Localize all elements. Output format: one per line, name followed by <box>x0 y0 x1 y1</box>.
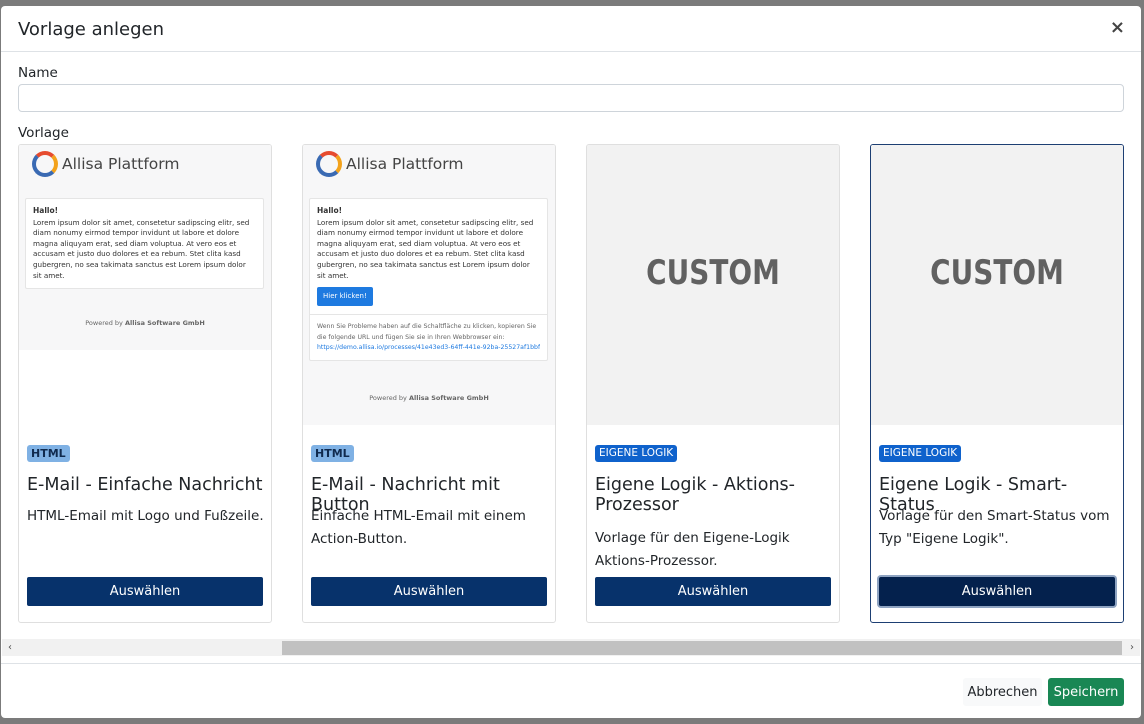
cancel-button[interactable]: Abbrechen <box>963 678 1042 706</box>
mail-greeting: Hallo! <box>317 206 343 215</box>
powered-company: Allisa Software GmbH <box>408 394 489 402</box>
template-preview: Allisa Plattform Hallo! Lorem ipsum dolo… <box>19 145 271 425</box>
scroll-left-icon[interactable]: ‹ <box>4 641 16 655</box>
type-badge: HTML <box>311 445 354 462</box>
powered-prefix: Powered by <box>369 394 407 402</box>
name-label: Name <box>18 65 58 81</box>
logo-text: Allisa Plattform <box>346 155 464 173</box>
select-button[interactable]: Auswählen <box>879 577 1115 606</box>
card-description: HTML-Email mit Logo und Fußzeile. <box>27 508 264 524</box>
template-card-smart-status[interactable]: CUSTOM EIGENE LOGIK Eigene Logik - Smart… <box>870 144 1124 623</box>
template-label: Vorlage <box>18 125 69 141</box>
template-preview: CUSTOM <box>871 145 1123 425</box>
select-button[interactable]: Auswählen <box>311 577 547 606</box>
mail-content: Hallo! Lorem ipsum dolor sit amet, conse… <box>25 198 264 290</box>
save-button[interactable]: Speichern <box>1048 678 1124 706</box>
card-title: Eigene Logik - Aktions-Prozessor <box>595 475 795 515</box>
type-badge: EIGENE LOGIK <box>879 445 962 462</box>
allisa-logo-icon <box>32 151 58 177</box>
dialog-title: Vorlage anlegen <box>18 19 165 40</box>
powered-by: Powered by Allisa Software GmbH <box>19 319 271 327</box>
close-icon[interactable]: × <box>1110 19 1125 37</box>
card-description: Vorlage für den Smart-Status vom Typ "Ei… <box>879 508 1110 547</box>
create-template-dialog: Vorlage anlegen × Name Vorlage Allisa Pl… <box>1 6 1141 718</box>
mail-divider <box>310 313 547 315</box>
mail-body: Lorem ipsum dolor sit amet, consetetur s… <box>33 217 250 280</box>
template-preview: Allisa Plattform Hallo! Lorem ipsum dolo… <box>303 145 555 425</box>
template-card-message-with-button[interactable]: Allisa Plattform Hallo! Lorem ipsum dolo… <box>302 144 556 623</box>
mail-body: Lorem ipsum dolor sit amet, consetetur s… <box>317 217 534 280</box>
template-preview: CUSTOM <box>587 145 839 425</box>
card-description: Einfache HTML-Email mit einem Action-But… <box>311 508 526 547</box>
select-button[interactable]: Auswählen <box>27 577 263 606</box>
powered-by: Powered by Allisa Software GmbH <box>303 394 555 402</box>
dialog-header: Vorlage anlegen × <box>1 6 1141 52</box>
preview-logo: Allisa Plattform <box>32 151 179 177</box>
name-input[interactable] <box>18 84 1124 112</box>
template-card-simple-message[interactable]: Allisa Plattform Hallo! Lorem ipsum dolo… <box>18 144 272 623</box>
type-badge: HTML <box>27 445 70 462</box>
mail-link: https://demo.allisa.io/processes/41e43ed… <box>317 343 540 351</box>
mail-greeting: Hallo! <box>33 206 59 215</box>
custom-preview-text: CUSTOM <box>930 253 1064 293</box>
powered-prefix: Powered by <box>85 319 123 327</box>
powered-company: Allisa Software GmbH <box>124 319 205 327</box>
allisa-logo-icon <box>316 151 342 177</box>
card-title: E-Mail - Einfache Nachricht <box>27 475 263 495</box>
scroll-right-icon[interactable]: › <box>1126 641 1138 655</box>
mail-help-text: Wenn Sie Probleme haben auf die Schaltfl… <box>317 322 537 341</box>
mail-action-button: Hier klicken! <box>317 287 373 306</box>
select-button[interactable]: Auswählen <box>595 577 831 606</box>
mail-content: Hallo! Lorem ipsum dolor sit amet, conse… <box>309 198 548 361</box>
type-badge: EIGENE LOGIK <box>595 445 678 462</box>
horizontal-scrollbar[interactable]: ‹ › <box>2 639 1140 656</box>
preview-logo: Allisa Plattform <box>316 151 463 177</box>
custom-preview-text: CUSTOM <box>646 253 780 293</box>
template-card-action-processor[interactable]: CUSTOM EIGENE LOGIK Eigene Logik - Aktio… <box>586 144 840 623</box>
logo-text: Allisa Plattform <box>62 155 180 173</box>
dialog-footer: Abbrechen Speichern <box>1 663 1141 718</box>
scrollbar-thumb[interactable] <box>282 641 1122 655</box>
card-description: Vorlage für den Eigene-Logik Aktions-Pro… <box>595 530 790 569</box>
